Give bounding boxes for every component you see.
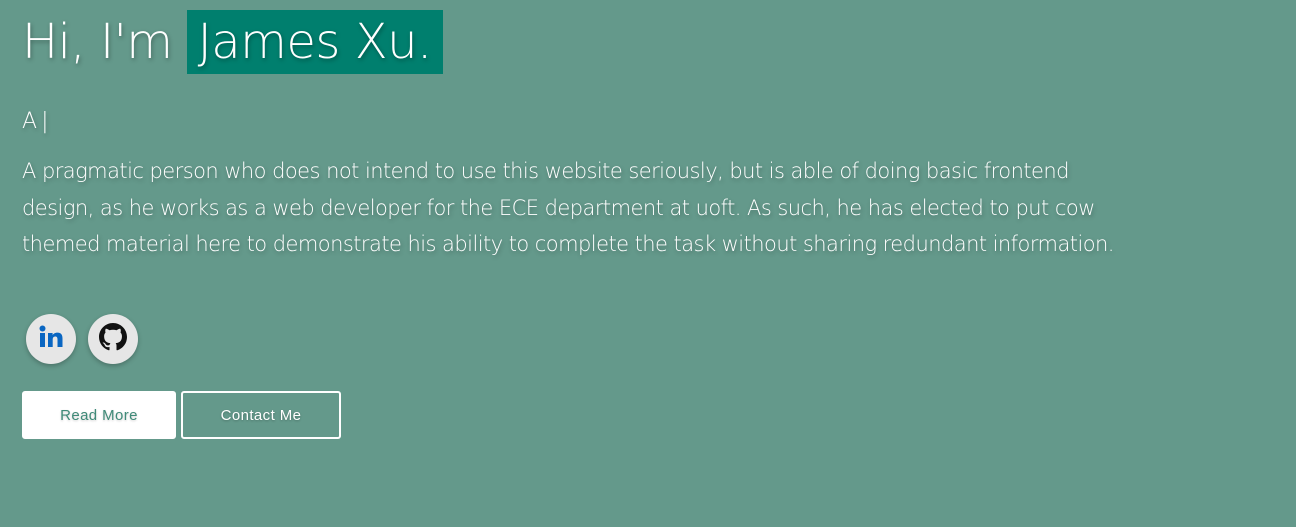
greeting-text: Hi, I'm xyxy=(22,14,173,70)
read-more-button[interactable]: Read More xyxy=(22,391,176,439)
action-buttons: Read More Contact Me xyxy=(22,391,341,439)
typed-text: A xyxy=(22,109,38,134)
social-links xyxy=(26,314,138,364)
name-highlight: James Xu. xyxy=(186,10,443,74)
github-link[interactable] xyxy=(88,314,138,364)
linkedin-icon xyxy=(36,322,66,356)
github-icon xyxy=(99,323,127,355)
page-title: Hi, I'm James Xu. xyxy=(22,10,443,74)
linkedin-link[interactable] xyxy=(26,314,76,364)
hero-section: Hi, I'm James Xu. A | A pragmatic person w… xyxy=(0,0,1296,527)
bio-paragraph: A pragmatic person who does not intend t… xyxy=(22,159,1114,256)
contact-me-button[interactable]: Contact Me xyxy=(181,391,341,439)
typed-subtitle: A | xyxy=(22,107,48,137)
typing-cursor: | xyxy=(41,109,49,134)
